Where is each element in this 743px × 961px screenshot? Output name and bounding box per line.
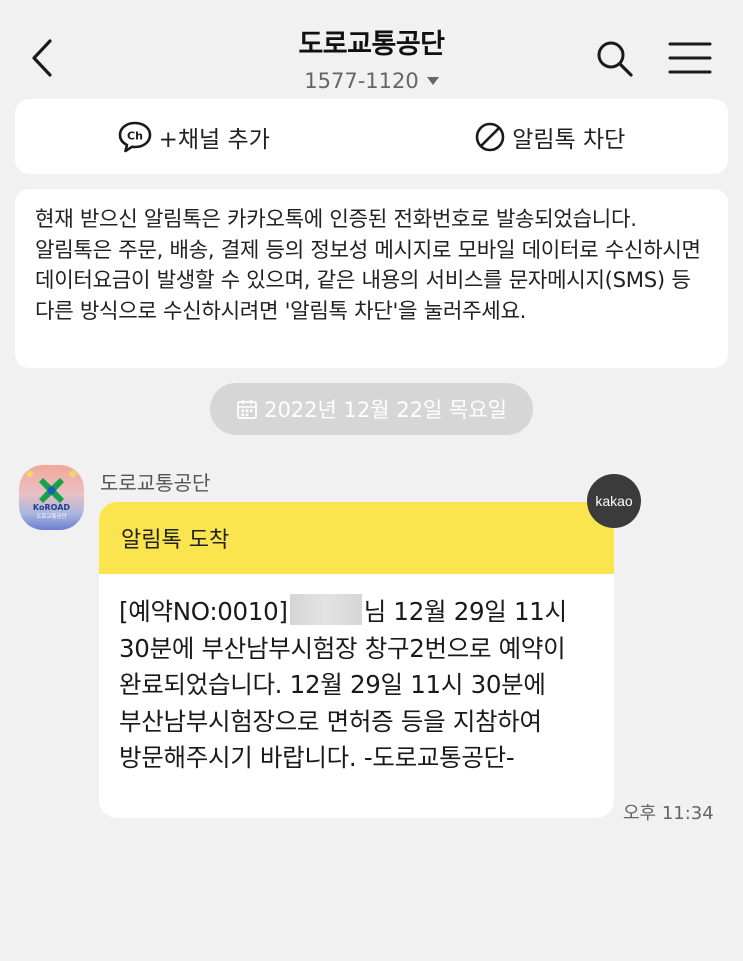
svg-text:Ch: Ch	[127, 129, 143, 142]
message-text: [예약NO:0010] 님 12월 29일 11시 30분에 부산남부시험장 창구…	[99, 574, 614, 777]
alimtalk-notice: 현재 받으신 알림톡은 카카오톡에 인증된 전화번호로 발송되었습니다. 알림톡…	[15, 189, 728, 368]
sender-avatar[interactable]: KoROAD 도로교통공단	[19, 465, 84, 530]
menu-button[interactable]	[666, 36, 714, 80]
redacted-name	[289, 594, 362, 625]
date-divider: 2022년 12월 22일 목요일	[210, 383, 533, 435]
phone-dropdown[interactable]: 1577-1120	[304, 69, 439, 93]
svg-text:KoROAD: KoROAD	[33, 503, 70, 512]
bubble-header: 알림톡 도착	[99, 502, 614, 574]
search-icon	[597, 41, 633, 77]
kakao-badge: kakao	[587, 474, 641, 528]
phone-number: 1577-1120	[304, 69, 419, 93]
add-channel-label: +채널 추가	[158, 126, 270, 153]
block-icon	[475, 122, 505, 151]
add-channel-button[interactable]: Ch +채널 추가	[15, 99, 372, 174]
date-text: 2022년 12월 22일 목요일	[264, 398, 507, 422]
caret-down-icon	[426, 77, 439, 85]
svg-text:도로교통공단: 도로교통공단	[36, 512, 66, 520]
calendar-icon	[237, 400, 257, 419]
hamburger-menu-icon	[668, 42, 712, 74]
koroad-logo-icon: KoROAD 도로교통공단	[25, 469, 78, 520]
block-label: 알림톡 차단	[512, 126, 626, 153]
block-alimtalk-button[interactable]: 알림톡 차단	[372, 99, 729, 174]
message-time: 오후 11:34	[623, 803, 714, 824]
chat-header: 도로교통공단 1577-1120	[0, 0, 743, 96]
channel-icon: Ch	[118, 121, 151, 152]
sender-name: 도로교통공단	[100, 471, 211, 495]
reservation-number: [예약NO:0010]	[119, 597, 288, 626]
search-button[interactable]	[592, 36, 636, 80]
channel-action-bar: Ch +채널 추가 알림톡 차단	[15, 99, 728, 174]
message-bubble[interactable]: 알림톡 도착 [예약NO:0010] 님 12월 29일 11시 30분에 부산남…	[99, 502, 614, 818]
